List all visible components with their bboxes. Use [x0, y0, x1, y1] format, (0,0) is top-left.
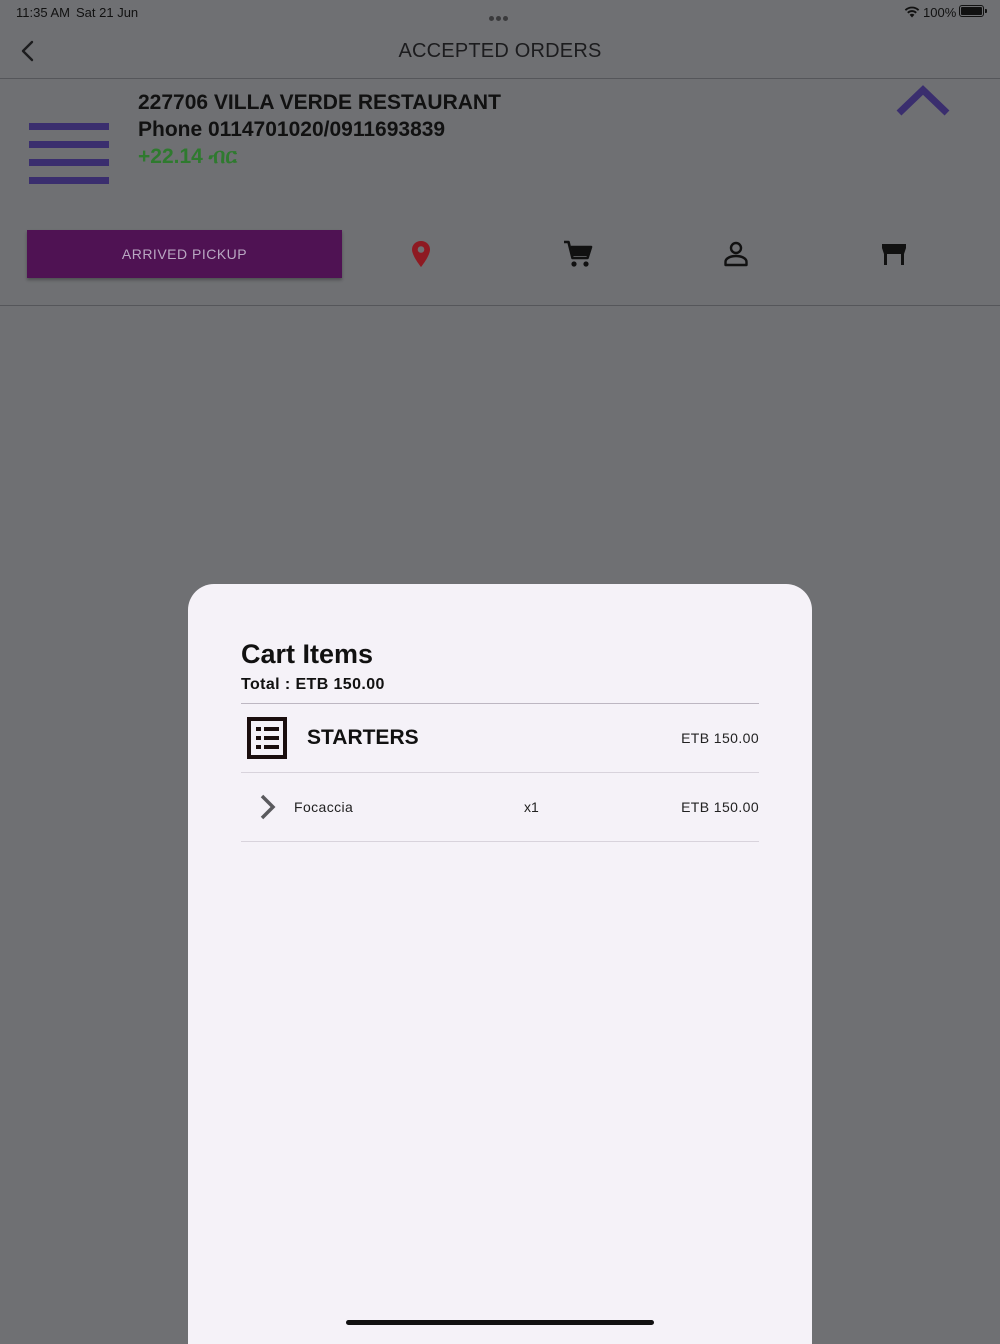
- divider: [241, 772, 759, 773]
- list-icon: [247, 717, 287, 759]
- status-time: 11:35 AM: [16, 5, 70, 20]
- category-name: STARTERS: [307, 726, 419, 749]
- battery-percent: 100%: [923, 5, 957, 20]
- status-date: Sat 21 Jun: [76, 5, 139, 20]
- order-header: 227706 VILLA VERDE RESTAURANT Phone 0114…: [0, 79, 1000, 306]
- store-icon[interactable]: [879, 239, 909, 269]
- chevron-right-icon[interactable]: [257, 792, 279, 822]
- home-indicator[interactable]: [346, 1320, 654, 1325]
- divider: [241, 841, 759, 842]
- cart-total: Total : ETB 150.00: [241, 676, 385, 693]
- restaurant-name: 227706 VILLA VERDE RESTAURANT: [138, 91, 501, 114]
- category-price: ETB 150.00: [681, 730, 759, 746]
- menu-icon[interactable]: [29, 123, 109, 185]
- page-title: ACCEPTED ORDERS: [398, 40, 602, 62]
- order-info: 227706 VILLA VERDE RESTAURANT Phone 0114…: [138, 89, 501, 170]
- nav-bar: ACCEPTED ORDERS: [0, 24, 1000, 79]
- cart-icon[interactable]: [563, 239, 593, 269]
- item-quantity: x1: [524, 799, 539, 815]
- customer-icon[interactable]: [721, 239, 751, 269]
- status-bar: 11:35 AM Sat 21 Jun 100%: [0, 0, 1000, 24]
- location-pin-icon[interactable]: [406, 239, 436, 269]
- item-name: Focaccia: [294, 799, 354, 815]
- wifi-icon: [904, 6, 920, 18]
- item-price: ETB 150.00: [681, 799, 759, 815]
- earning-amount: +22.14 ብር: [138, 145, 237, 168]
- cart-heading: Cart Items: [241, 639, 374, 669]
- battery-icon: [959, 5, 987, 17]
- multitasking-dots-icon[interactable]: [489, 9, 511, 21]
- arrived-pickup-button[interactable]: ARRIVED PICKUP: [27, 230, 342, 278]
- cart-items-sheet: Cart Items Total : ETB 150.00 STARTERS E…: [188, 584, 812, 1344]
- restaurant-phone[interactable]: Phone 0114701020/0911693839: [138, 116, 501, 143]
- chevron-up-icon[interactable]: [895, 84, 951, 118]
- divider: [241, 703, 759, 704]
